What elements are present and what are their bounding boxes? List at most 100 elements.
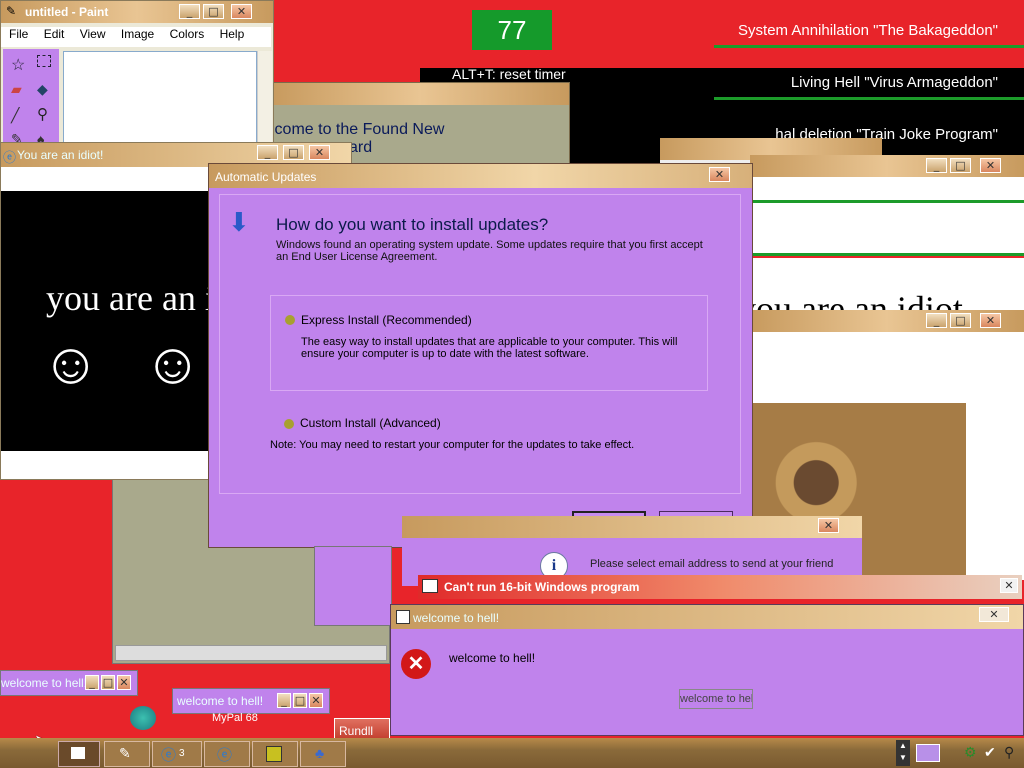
close-icon[interactable]: ✕ xyxy=(309,693,323,708)
updates-note: Note: You may need to restart your compu… xyxy=(270,439,635,451)
close-icon[interactable]: ✕ xyxy=(309,145,330,160)
payload-1-line xyxy=(714,45,1024,48)
custom-radio[interactable] xyxy=(284,419,294,429)
express-radio[interactable] xyxy=(285,315,295,325)
timer-box: 77 xyxy=(472,10,552,50)
close-icon[interactable]: ✕ xyxy=(979,607,1009,622)
tray-search-icon[interactable]: ⚲ xyxy=(1004,744,1014,761)
payload-1: System Annihilation "The Bakageddon" xyxy=(738,22,998,39)
smiley-icon-2: ☺ xyxy=(143,331,203,396)
close-icon[interactable]: ✕ xyxy=(980,313,1001,328)
small-hell-title-1: welcome to hell! xyxy=(1,676,88,690)
ie-icon: ⓔ xyxy=(161,747,177,764)
minimize-icon[interactable]: _ xyxy=(179,4,200,19)
maximize-icon[interactable]: □ xyxy=(950,313,971,328)
paint-canvas[interactable] xyxy=(63,51,257,151)
hell-dialog[interactable]: welcome to hell! ✕ ✕ welcome to hell! we… xyxy=(390,604,1024,736)
paint-scrollbar[interactable] xyxy=(257,51,272,149)
menu-edit[interactable]: Edit xyxy=(44,27,65,41)
taskbar-ie-group-button[interactable]: ⓔ 3 xyxy=(152,741,202,767)
payload-2-line xyxy=(714,97,1024,100)
close-icon[interactable]: ✕ xyxy=(818,518,839,533)
paint-title: untitled - Paint xyxy=(25,5,109,19)
gray-window-scrollbar[interactable] xyxy=(115,645,387,661)
payload-2: Living Hell "Virus Armageddon" xyxy=(790,74,998,91)
small-hell-window-2[interactable]: welcome to hell! _ □ ✕ xyxy=(172,688,330,714)
minimize-icon[interactable]: _ xyxy=(85,675,99,690)
express-box: Express Install (Recommended) The easy w… xyxy=(270,295,708,391)
keyboard-icon[interactable] xyxy=(916,744,940,762)
taskbar-media-button[interactable] xyxy=(252,741,298,767)
fill-icon[interactable]: ◆ xyxy=(37,81,48,98)
eraser-icon[interactable]: ▰ xyxy=(11,81,22,98)
small-hell-window-1[interactable]: welcome to hell! _ □ ✕ xyxy=(0,670,138,696)
email-titlebar[interactable] xyxy=(402,516,862,538)
updates-dialog[interactable]: Automatic Updates ✕ ⬇ How do you want to… xyxy=(208,163,753,548)
updates-titlebar[interactable]: Automatic Updates ✕ xyxy=(209,164,752,188)
mypal-label: MyPal 68 xyxy=(212,712,258,724)
maximize-icon[interactable]: □ xyxy=(950,158,971,173)
paint-icon: ✎ xyxy=(6,4,17,18)
updates-intro: Windows found an operating system update… xyxy=(276,239,703,263)
mypal-icon[interactable] xyxy=(130,706,156,730)
maximize-icon[interactable]: □ xyxy=(283,145,304,160)
updates-title: Automatic Updates xyxy=(215,170,317,184)
window-icon xyxy=(422,579,438,593)
menu-image[interactable]: Image xyxy=(121,27,154,41)
menu-help[interactable]: Help xyxy=(220,27,245,41)
media-icon xyxy=(266,746,282,762)
color-picker-icon[interactable]: ╱ xyxy=(11,107,19,124)
wizard-titlebar[interactable] xyxy=(271,83,569,105)
minimize-icon[interactable]: _ xyxy=(926,313,947,328)
close-icon[interactable]: ✕ xyxy=(709,167,730,182)
close-icon[interactable]: ✕ xyxy=(231,4,252,19)
maximize-icon[interactable]: □ xyxy=(101,675,115,690)
rect-select-icon[interactable] xyxy=(37,55,51,67)
windows-update-icon: ⬇ xyxy=(228,207,250,237)
minimize-icon[interactable]: _ xyxy=(926,158,947,173)
tray-network-icon[interactable]: ⚙ xyxy=(964,744,977,761)
paint-titlebar[interactable]: ✎ untitled - Paint _ □ ✕ xyxy=(1,1,273,23)
close-icon[interactable]: ✕ xyxy=(1000,578,1018,593)
minimize-icon[interactable]: _ xyxy=(257,145,278,160)
taskbar-paint-button[interactable]: ✎ xyxy=(104,741,150,767)
window-icon xyxy=(71,747,85,759)
idiot-right-window[interactable]: you are an idiot xyxy=(738,258,1024,329)
maximize-icon[interactable]: □ xyxy=(203,4,224,19)
menu-colors[interactable]: Colors xyxy=(170,27,205,41)
tray-volume-icon[interactable]: ✔ xyxy=(984,744,996,761)
updates-heading: How do you want to install updates? xyxy=(276,215,549,234)
taskbar-ie-button[interactable]: ⓔ xyxy=(204,741,250,767)
taskbar-scroll-icon[interactable]: ▲ ▼ xyxy=(896,740,910,766)
wizard-text-line1: lcome to the Found New xyxy=(271,121,445,138)
rundll-label: Rundll xyxy=(339,724,374,738)
ie-icon: ⓔ xyxy=(3,150,17,165)
menu-view[interactable]: View xyxy=(80,27,106,41)
error-icon: ✕ xyxy=(401,649,431,679)
error16-window[interactable]: Can't run 16-bit Windows program ✕ xyxy=(418,575,1022,599)
paint-icon: ✎ xyxy=(119,745,131,761)
hell-titlebar[interactable]: welcome to hell! xyxy=(391,605,1023,629)
close-icon[interactable]: ✕ xyxy=(117,675,131,690)
taskbar-app-button[interactable]: ♣ xyxy=(300,741,346,767)
maximize-icon[interactable]: □ xyxy=(293,693,307,708)
menu-file[interactable]: File xyxy=(9,27,28,41)
custom-label[interactable]: Custom Install (Advanced) xyxy=(300,416,441,430)
app-icon: ♣ xyxy=(315,745,325,761)
hell-title: welcome to hell! xyxy=(413,611,500,625)
ie-icon: ⓔ xyxy=(217,747,233,764)
magnifier-icon[interactable]: ⚲ xyxy=(37,105,48,123)
minimize-icon[interactable]: _ xyxy=(277,693,291,708)
express-label[interactable]: Express Install (Recommended) xyxy=(301,313,472,327)
free-select-icon[interactable]: ☆ xyxy=(11,55,25,75)
updates-panel: ⬇ How do you want to install updates? Wi… xyxy=(219,194,741,494)
smiley-icon-1: ☺ xyxy=(41,331,101,396)
show-desktop-button[interactable] xyxy=(58,741,100,767)
taskbar: ✎ ⓔ 3 ⓔ ♣ ▲ ▼ ⚙ ✔ ⚲ xyxy=(0,738,1024,768)
window-icon xyxy=(396,610,410,624)
paint-window[interactable]: ✎ untitled - Paint _ □ ✕ File Edit View … xyxy=(0,0,274,152)
close-icon[interactable]: ✕ xyxy=(980,158,1001,173)
hell-field[interactable]: welcome to hell xyxy=(679,689,753,709)
small-purple-window xyxy=(314,546,392,626)
right-green-line-1 xyxy=(750,200,1024,203)
